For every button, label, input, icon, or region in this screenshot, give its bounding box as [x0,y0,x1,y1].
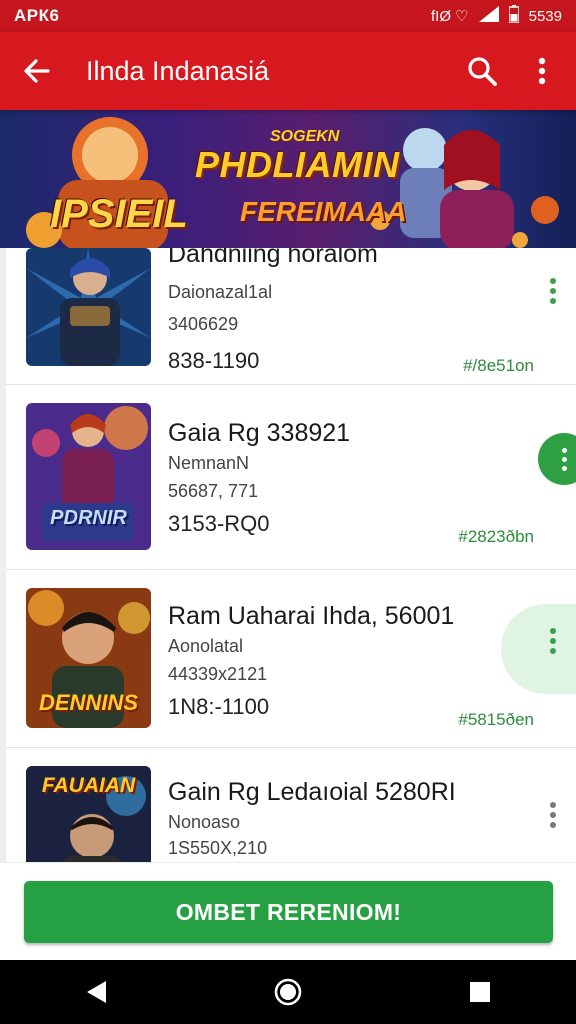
nav-home-button[interactable] [248,960,328,1024]
list-item[interactable]: Dahdniing horalom Daionazal1al 3406629 8… [6,248,576,385]
product-thumbnail [26,248,151,366]
product-meta: 1S550X,210 [168,838,268,858]
status-misc-text: fIØ ♡ [431,8,469,25]
product-thumbnail: PDRNIR [26,403,151,550]
nav-recents-button[interactable] [440,960,520,1024]
app-bar: Ilnda Indanasiá [0,32,576,110]
banner-text-left: IPSIEIL [50,192,188,236]
status-bar: APК6 fIØ ♡ 5539 [0,0,576,32]
list-item[interactable]: DENNINS Ram Uaharai Ihda, 56001 Aonolata… [6,570,576,748]
promo-banner[interactable]: SOGEKN PHDLIAMIN IPSIEIL FEREIMAAA [0,110,576,248]
page-title: Ilnda Indanasiá [86,55,270,86]
back-arrow-icon [24,59,50,83]
back-button[interactable] [0,32,72,110]
product-price: 1N8:-1100 [168,694,270,719]
overflow-menu-button[interactable] [512,32,572,110]
search-icon [468,57,497,86]
item-menu-button[interactable] [546,628,560,654]
product-code: #5815ðen [458,710,534,729]
product-subtitle: Daionazal1al [168,282,273,302]
product-meta: 3406629 [168,314,239,334]
product-price: 3153-RQ0 [168,511,270,536]
product-title: Dahdniing horalom [168,248,378,268]
primary-cta-button[interactable]: OMBET RERENIOM! [24,881,553,943]
product-subtitle: Aonolatal [168,636,244,656]
product-thumbnail: DENNINS [26,588,151,728]
item-menu-button[interactable] [546,802,560,828]
product-code: #2823ðbn [458,527,534,546]
product-list: Dahdniing horalom Daionazal1al 3406629 8… [0,248,576,862]
product-title: Gaia Rg 338921 [168,419,351,447]
banner-text-main: PHDLIAMIN [195,144,400,185]
status-icons: fIØ ♡ 5539 [431,5,562,27]
product-thumbnail: FAUAIAN [26,766,151,862]
search-button[interactable] [452,32,512,110]
product-title: Gain Rg Ledaıoial 5280RI [168,778,456,806]
system-nav-bar [0,960,576,1024]
product-meta: 56687, 771 [168,481,259,501]
back-triangle-icon [87,981,106,1003]
thumbnail-caption: DENNINS [38,690,138,715]
product-price: 838-1190 [168,348,260,373]
banner-text-sub: FEREIMAAA [240,196,407,227]
thumbnail-caption: PDRNIR [50,507,127,529]
product-code: #/8e51on [463,356,534,375]
bottom-action-area: OMBET RERENIOM! [0,862,576,960]
home-circle-icon [274,978,302,1006]
product-subtitle: Nonoaso [168,812,241,832]
signal-icon [478,6,499,26]
item-action-button[interactable] [538,433,576,485]
nav-back-button[interactable] [56,960,136,1024]
list-item[interactable]: PDRNIR Gaia Rg 338921 NemnanN 56687, 771… [6,385,576,570]
product-title: Ram Uaharai Ihda, 56001 [168,602,455,630]
battery-icon [507,5,520,27]
recents-square-icon [470,982,490,1002]
product-subtitle: NemnanN [168,453,250,473]
thumbnail-caption: FAUAIAN [41,774,136,797]
status-time: 5539 [528,7,562,25]
product-meta: 44339x2121 [168,664,268,684]
more-vert-icon [538,57,546,85]
item-menu-button[interactable] [546,278,560,304]
app-screen: APК6 fIØ ♡ 5539 Ilnda Indanasiá SOGEKN P… [0,0,576,1024]
touch-ripple [501,604,576,694]
status-carrier: APК6 [14,6,60,25]
list-item[interactable]: FAUAIAN Gain Rg Ledaıoial 5280RI Nonoaso… [6,748,576,862]
